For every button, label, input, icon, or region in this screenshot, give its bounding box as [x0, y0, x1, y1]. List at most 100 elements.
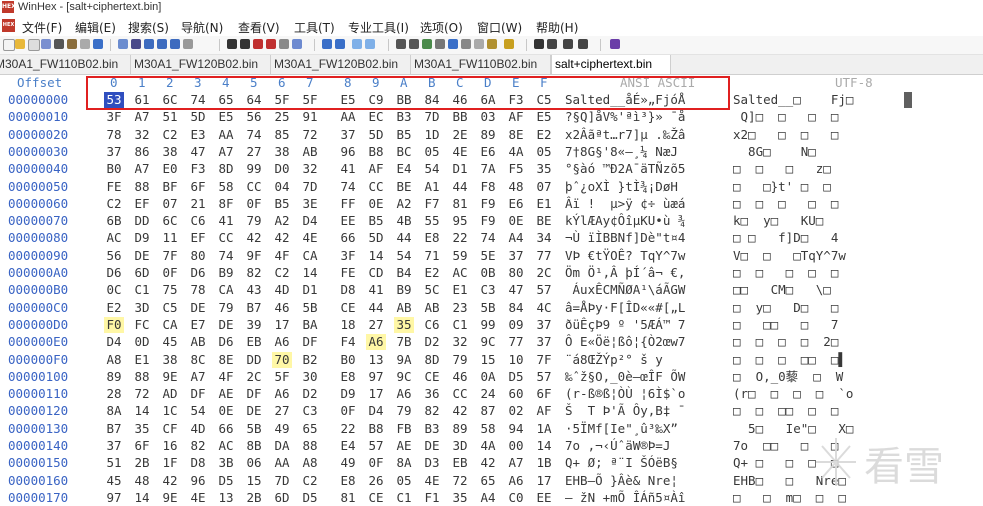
hex-byte[interactable]: 2E [450, 127, 470, 143]
ansi-text[interactable]: þˆ¿oXÌ }tÌ¾¡DøH [565, 179, 678, 195]
hex-byte[interactable]: 41 [338, 161, 358, 177]
hex-byte[interactable]: 74 [216, 248, 236, 264]
hex-byte[interactable]: 0F [366, 455, 386, 471]
hex-byte[interactable]: 14 [366, 248, 386, 264]
hex-byte[interactable]: DA [272, 438, 292, 454]
hex-byte[interactable]: 51 [104, 455, 124, 471]
hex-byte[interactable]: CA [300, 248, 320, 264]
hex-byte[interactable]: 80 [506, 265, 526, 281]
hex-byte[interactable]: EE [338, 213, 358, 229]
hex-byte[interactable]: EF [132, 196, 152, 212]
hex-byte[interactable]: 72 [300, 127, 320, 143]
hex-byte[interactable]: 5D [366, 127, 386, 143]
disk-tools-icon[interactable] [396, 39, 406, 49]
hex-byte[interactable]: B7 [244, 300, 264, 316]
ansi-text[interactable]: ?§Q]åV%'ªì³}» ¯å [565, 109, 685, 125]
hash-icon[interactable] [435, 39, 445, 49]
hex-byte[interactable]: 2C [244, 369, 264, 385]
hex-byte[interactable]: 7D [300, 179, 320, 195]
hex-byte[interactable]: AC [216, 438, 236, 454]
hex-byte[interactable]: 24 [478, 386, 498, 402]
utf8-text[interactable]: □ □□ □ 7 [733, 317, 838, 333]
hex-byte[interactable]: E7 [188, 317, 208, 333]
ansi-text[interactable]: 7†8G§'8«–¸¼ NæJ [565, 144, 678, 160]
hex-byte[interactable]: 37 [338, 127, 358, 143]
utf8-text[interactable]: □ □ □ □□ □▌ [733, 352, 846, 368]
hex-byte[interactable]: 05 [394, 473, 414, 489]
replace-hex-icon[interactable] [266, 39, 276, 49]
table-icon[interactable] [461, 39, 471, 49]
hex-byte[interactable]: 8A [104, 403, 124, 419]
utf8-text[interactable]: □ □ □ □ 2□ [733, 334, 838, 350]
clone-disk-icon[interactable] [409, 39, 419, 49]
hex-byte[interactable]: 48 [132, 473, 152, 489]
hex-byte[interactable]: BF [160, 179, 180, 195]
hex-byte[interactable]: 07 [160, 196, 180, 212]
utf8-text[interactable]: V□ □ □TqY^7w [733, 248, 846, 264]
hex-byte[interactable]: 65 [478, 473, 498, 489]
hex-byte[interactable]: 3E [300, 196, 320, 212]
hex-byte[interactable]: 9E [160, 490, 180, 506]
hex-byte[interactable]: 58 [216, 179, 236, 195]
menu-options[interactable]: 选项(O) [420, 19, 463, 36]
hex-byte[interactable]: 4B [394, 213, 414, 229]
replace-text-icon[interactable] [253, 39, 263, 49]
hex-byte[interactable]: C6 [422, 317, 442, 333]
hex-byte[interactable]: 07 [534, 179, 554, 195]
hex-byte[interactable]: E2 [104, 300, 124, 316]
hex-byte[interactable]: 53 [104, 92, 124, 108]
ansi-text[interactable]: 7o ‚¬‹ÚˆäW®Þ=J [565, 438, 685, 454]
utf8-text[interactable]: □ O,_0藜 □ W [733, 369, 843, 385]
utf8-text[interactable]: □□ CM□ \□ [733, 282, 831, 298]
open-disk-icon[interactable] [28, 39, 40, 51]
menu-file[interactable]: 文件(F) [22, 19, 62, 36]
hex-byte[interactable]: D8 [338, 282, 358, 298]
hex-byte[interactable]: B5 [272, 196, 292, 212]
hex-byte[interactable]: 9E [160, 369, 180, 385]
hex-byte[interactable]: BE [394, 179, 414, 195]
hex-byte[interactable]: 6D [132, 265, 152, 281]
hex-byte[interactable]: 1B [534, 455, 554, 471]
hex-byte[interactable]: 66 [216, 421, 236, 437]
hex-byte[interactable]: 2B [244, 490, 264, 506]
hex-byte[interactable]: 4F [216, 369, 236, 385]
hex-byte[interactable]: 17 [272, 317, 292, 333]
ansi-text[interactable]: kÝlÆAy¢ÔîµKU•ù ¾ [565, 213, 685, 229]
hex-byte[interactable]: 79 [244, 213, 264, 229]
hex-byte[interactable]: 35 [394, 316, 414, 333]
hex-byte[interactable]: FF [338, 196, 358, 212]
hex-byte[interactable]: B7 [104, 421, 124, 437]
hex-byte[interactable]: 3D [450, 438, 470, 454]
hex-byte[interactable]: E6 [478, 144, 498, 160]
hex-byte[interactable]: 1F [160, 455, 180, 471]
utf8-text[interactable]: Q]□ □ □ □ [733, 109, 839, 125]
hex-byte[interactable]: 70 [272, 351, 292, 368]
hex-byte[interactable]: 38 [160, 352, 180, 368]
hex-byte[interactable]: A2 [272, 213, 292, 229]
hex-byte[interactable]: E1 [534, 196, 554, 212]
hex-byte[interactable]: 41 [216, 213, 236, 229]
hex-byte[interactable]: 4E [300, 230, 320, 246]
hex-byte[interactable]: 5D [366, 230, 386, 246]
hex-byte[interactable]: B4 [394, 265, 414, 281]
hex-byte[interactable]: 21 [188, 196, 208, 212]
hex-byte[interactable]: 27 [272, 403, 292, 419]
hex-byte[interactable]: 5B [244, 421, 264, 437]
hex-byte[interactable]: 4E [450, 144, 470, 160]
hex-byte[interactable]: 82 [422, 403, 442, 419]
hex-byte[interactable]: 0A [478, 369, 498, 385]
menu-window[interactable]: 窗口(W) [477, 19, 522, 36]
hex-byte[interactable]: 74 [338, 179, 358, 195]
hex-byte[interactable]: 84 [506, 300, 526, 316]
hex-byte[interactable]: 17 [534, 473, 554, 489]
hex-byte[interactable]: 79 [216, 300, 236, 316]
export-icon[interactable] [93, 39, 103, 49]
hex-byte[interactable]: F9 [478, 213, 498, 229]
hex-byte[interactable]: 0C [104, 282, 124, 298]
analyze-icon[interactable] [448, 39, 458, 49]
hex-byte[interactable]: 65 [216, 92, 236, 108]
hex-byte[interactable]: E5 [338, 92, 358, 108]
menu-edit[interactable]: 编辑(E) [75, 19, 116, 36]
hex-byte[interactable]: AD [160, 386, 180, 402]
cut-icon[interactable] [131, 39, 141, 49]
